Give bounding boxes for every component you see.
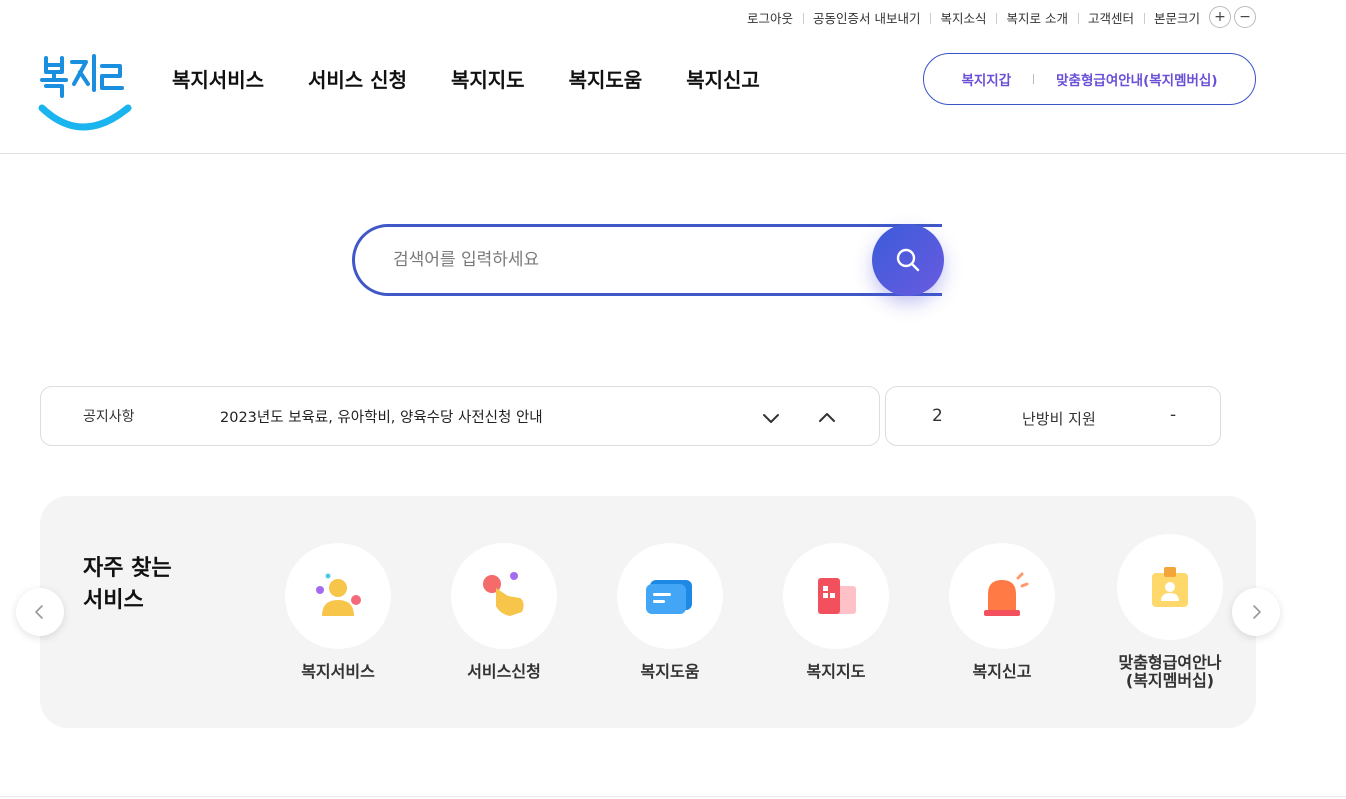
header-cta-box: 복지지갑 맞춤형급여안내(복지멤버십) [923, 53, 1256, 105]
font-size-label: 본문크기 [1143, 8, 1206, 27]
hand-click-icon [483, 572, 524, 616]
carousel-prev-button[interactable] [16, 588, 64, 636]
service-label: 맞춤형급여안나 (복지멤버십) [1118, 653, 1222, 690]
notice-label: 공지사항 [83, 409, 135, 425]
quick-service-application[interactable]: 서비스신청 [429, 543, 579, 681]
quick-services-title: 자주 찾는 서비스 [83, 553, 172, 617]
search-button[interactable] [872, 224, 944, 296]
service-icon-circle [949, 543, 1055, 649]
popular-keyword-box: 2 난방비 지원 - [885, 386, 1221, 446]
main-nav: 복지서비스 서비스 신청 복지지도 복지도움 복지신고 [172, 64, 804, 93]
news-link[interactable]: 복지소식 [930, 8, 996, 27]
cta-divider [1033, 74, 1035, 84]
chat-bubble-icon [646, 580, 692, 614]
service-icon-circle [1117, 534, 1223, 640]
service-label: 복지서비스 [301, 662, 375, 681]
search-icon [896, 248, 920, 272]
notice-bar: 공지사항 2023년도 보육료, 유아학비, 양육수당 사전신청 안내 [40, 386, 880, 446]
nav-welfare-help[interactable]: 복지도움 [569, 64, 643, 93]
membership-link[interactable]: 맞춤형급여안내(복지멤버십) [1056, 69, 1217, 89]
bokjiro-logo-icon [38, 54, 132, 131]
notice-headline[interactable]: 2023년도 보육료, 유아학비, 양육수당 사전신청 안내 [220, 406, 543, 427]
service-label: 복지지도 [806, 662, 866, 681]
keyword-text[interactable]: 난방비 지원 [1022, 408, 1096, 429]
service-label: 복지신고 [972, 662, 1032, 681]
quick-title-line2: 서비스 [83, 588, 144, 613]
siren-icon [984, 572, 1029, 616]
chevron-up-icon[interactable] [816, 407, 838, 429]
quick-service-help[interactable]: 복지도움 [595, 543, 745, 681]
header-divider [0, 153, 1346, 154]
chevron-right-icon [1253, 605, 1261, 619]
service-icon-circle [451, 543, 557, 649]
font-increase-button[interactable]: + [1209, 6, 1231, 28]
search-input[interactable] [352, 224, 912, 296]
keyword-change: - [1170, 405, 1177, 425]
bokjiro-logo[interactable] [38, 50, 132, 136]
chevron-left-icon [35, 605, 43, 619]
nav-welfare-report[interactable]: 복지신고 [686, 64, 760, 93]
quick-service-welfare[interactable]: 복지서비스 [263, 543, 413, 681]
search-bar [352, 224, 944, 296]
person-icon [316, 573, 361, 616]
id-badge-icon [1152, 567, 1188, 607]
cert-export-link[interactable]: 공동인증서 내보내기 [802, 8, 930, 27]
map-building-icon [818, 578, 856, 614]
about-link[interactable]: 복지로 소개 [996, 8, 1077, 27]
keyword-rank: 2 [932, 406, 943, 426]
quick-service-membership[interactable]: 맞춤형급여안나 (복지멤버십) [1095, 534, 1245, 690]
service-label: 복지도움 [640, 662, 700, 681]
service-icon-circle [783, 543, 889, 649]
nav-welfare-services[interactable]: 복지서비스 [172, 64, 264, 93]
logout-link[interactable]: 로그아웃 [737, 8, 803, 27]
page-divider [0, 796, 1346, 797]
quick-service-map[interactable]: 복지지도 [761, 543, 911, 681]
chevron-down-icon[interactable] [760, 407, 782, 429]
quick-service-report[interactable]: 복지신고 [927, 543, 1077, 681]
welfare-wallet-link[interactable]: 복지지갑 [961, 69, 1011, 89]
service-icon-circle [617, 543, 723, 649]
nav-service-application[interactable]: 서비스 신청 [308, 64, 407, 93]
service-label: 서비스신청 [467, 662, 541, 681]
nav-welfare-map[interactable]: 복지지도 [451, 64, 525, 93]
service-icon-circle [285, 543, 391, 649]
utility-bar: 로그아웃 공동인증서 내보내기 복지소식 복지로 소개 고객센터 본문크기 + … [737, 6, 1256, 28]
support-link[interactable]: 고객센터 [1077, 8, 1144, 27]
font-decrease-button[interactable]: − [1234, 6, 1256, 28]
quick-title-line1: 자주 찾는 [83, 556, 172, 581]
